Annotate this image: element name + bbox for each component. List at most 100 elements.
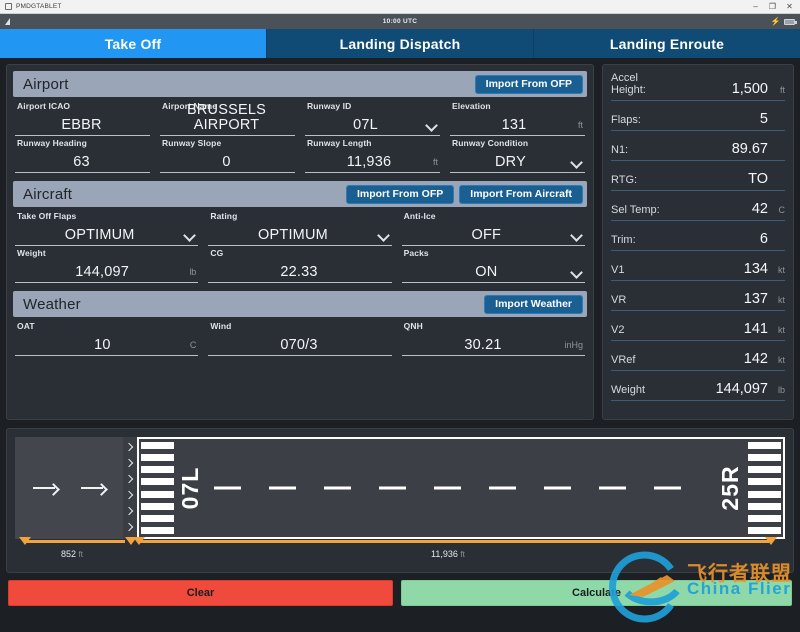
field-wind-input[interactable]: 070/3: [208, 332, 391, 356]
tab-landing-dispatch[interactable]: Landing Dispatch: [267, 29, 534, 58]
field-runway-slope-input[interactable]: 0: [160, 149, 295, 173]
field-take-off-flaps-value: OPTIMUM: [15, 228, 184, 245]
field-packs-select[interactable]: ON: [402, 259, 585, 283]
close-button[interactable]: ✕: [781, 0, 798, 13]
chevron-right-icon: [126, 524, 134, 532]
airport-import-from-ofp-button[interactable]: Import From OFP: [475, 75, 583, 94]
field-runway-heading-input[interactable]: 63: [15, 149, 150, 173]
chevron-down-icon[interactable]: [378, 230, 389, 241]
field-rating-select[interactable]: OPTIMUM: [208, 222, 391, 246]
field-oat[interactable]: OAT 10 C: [15, 321, 198, 356]
field-elevation-value: 131: [450, 118, 578, 135]
arrow-right-icon: [81, 483, 109, 493]
result-value: TO: [673, 171, 768, 188]
field-cg-value: 22.33: [208, 265, 389, 282]
calculate-button[interactable]: Calculate: [401, 580, 792, 606]
field-weight-input[interactable]: 144,097 lb: [15, 259, 198, 283]
runway-distance-label: 11,936 ft: [431, 549, 465, 559]
distance-marker-end: [765, 537, 777, 545]
field-runway-condition-select[interactable]: DRY: [450, 149, 585, 173]
clear-button[interactable]: Clear: [8, 580, 393, 606]
threshold-bar: [141, 527, 174, 534]
field-runway-condition[interactable]: Runway Condition DRY: [450, 138, 585, 173]
result-unit: [768, 185, 785, 188]
maximize-button[interactable]: ❐: [764, 0, 781, 13]
field-weight[interactable]: Weight 144,097 lb: [15, 248, 198, 283]
field-qnh-input[interactable]: 30.21 inHg: [402, 332, 585, 356]
result-unit: kt: [768, 355, 785, 368]
weather-field-row: OAT 10 C Wind 070/3 QNH 30.2: [13, 319, 587, 356]
field-anti-ice-label: Anti-Ice: [402, 211, 585, 221]
field-take-off-flaps[interactable]: Take Off Flaps OPTIMUM: [15, 211, 198, 246]
result-value: 1,500: [673, 81, 768, 98]
field-qnh-unit: inHg: [564, 340, 585, 354]
field-cg[interactable]: CG 22.33: [208, 248, 391, 283]
chevron-right-icon: [126, 508, 134, 516]
field-cg-label: CG: [208, 248, 391, 258]
minimize-button[interactable]: –: [747, 0, 764, 13]
field-take-off-flaps-select[interactable]: OPTIMUM: [15, 222, 198, 246]
threshold-markings-near: [141, 441, 174, 535]
field-runway-slope-value: 0: [160, 155, 293, 172]
runway-surface: 07L 25R: [137, 437, 785, 539]
field-airport-name-value: BRUSSELS AIRPORT: [160, 103, 293, 134]
tab-take-off[interactable]: Take Off: [0, 29, 267, 58]
result-label: Accel Height:: [611, 72, 673, 98]
field-runway-heading[interactable]: Runway Heading 63: [15, 138, 150, 173]
result-row-v1: V1 134 kt: [611, 251, 785, 281]
field-airport-name[interactable]: Airport Name BRUSSELS AIRPORT: [160, 101, 295, 136]
field-rating-label: Rating: [208, 211, 391, 221]
field-anti-ice-select[interactable]: OFF: [402, 222, 585, 246]
field-packs-value: ON: [402, 265, 571, 282]
threshold-bar: [141, 466, 174, 473]
field-runway-id-select[interactable]: 07L: [305, 112, 440, 136]
result-value: 137: [673, 291, 768, 308]
result-unit: [768, 245, 785, 248]
field-elevation-input[interactable]: 131 ft: [450, 112, 585, 136]
field-oat-input[interactable]: 10 C: [15, 332, 198, 356]
runway-stage: 07L 25R: [15, 437, 785, 539]
field-runway-condition-label: Runway Condition: [450, 138, 585, 148]
result-label: VR: [611, 294, 673, 308]
chevron-down-icon[interactable]: [571, 157, 582, 168]
result-label: V2: [611, 324, 673, 338]
field-runway-length[interactable]: Runway Length 11,936 ft: [305, 138, 440, 173]
result-label: VRef: [611, 354, 673, 368]
window-icon: [4, 2, 13, 11]
field-airport-icao-value: EBBR: [15, 118, 148, 135]
field-wind[interactable]: Wind 070/3: [208, 321, 391, 356]
result-unit: [768, 125, 785, 128]
field-cg-input[interactable]: 22.33: [208, 259, 391, 283]
field-oat-value: 10: [15, 338, 190, 355]
field-qnh[interactable]: QNH 30.21 inHg: [402, 321, 585, 356]
threshold-markings-far: [748, 441, 781, 535]
field-anti-ice-value: OFF: [402, 228, 571, 245]
chevron-down-icon[interactable]: [571, 230, 582, 241]
field-packs[interactable]: Packs ON: [402, 248, 585, 283]
import-weather-button[interactable]: Import Weather: [484, 295, 583, 314]
field-rating[interactable]: Rating OPTIMUM: [208, 211, 391, 246]
field-airport-icao[interactable]: Airport ICAO EBBR: [15, 101, 150, 136]
chevron-down-icon[interactable]: [571, 267, 582, 278]
field-runway-id[interactable]: Runway ID 07L: [305, 101, 440, 136]
field-rating-value: OPTIMUM: [208, 228, 377, 245]
field-airport-name-input[interactable]: BRUSSELS AIRPORT: [160, 112, 295, 136]
chevron-down-icon[interactable]: [426, 120, 437, 131]
field-elevation[interactable]: Elevation 131 ft: [450, 101, 585, 136]
field-airport-icao-input[interactable]: EBBR: [15, 112, 150, 136]
tablet-status-bar: 10:00 UTC ⚡: [0, 14, 800, 29]
field-anti-ice[interactable]: Anti-Ice OFF: [402, 211, 585, 246]
aircraft-import-from-aircraft-button[interactable]: Import From Aircraft: [459, 185, 583, 204]
tab-landing-enroute[interactable]: Landing Enroute: [534, 29, 800, 58]
status-bar-left: [5, 18, 125, 25]
field-runway-heading-unit: [148, 167, 150, 171]
chevron-down-icon[interactable]: [184, 230, 195, 241]
field-runway-slope[interactable]: Runway Slope 0: [160, 138, 295, 173]
result-row-flaps: Flaps: 5: [611, 101, 785, 131]
result-row-weight: Weight 144,097 lb: [611, 371, 785, 401]
field-runway-length-input[interactable]: 11,936 ft: [305, 149, 440, 173]
field-runway-length-value: 11,936: [305, 155, 433, 172]
threshold-bar: [141, 454, 174, 461]
aircraft-import-from-ofp-button[interactable]: Import From OFP: [346, 185, 454, 204]
result-value: 5: [673, 111, 768, 128]
